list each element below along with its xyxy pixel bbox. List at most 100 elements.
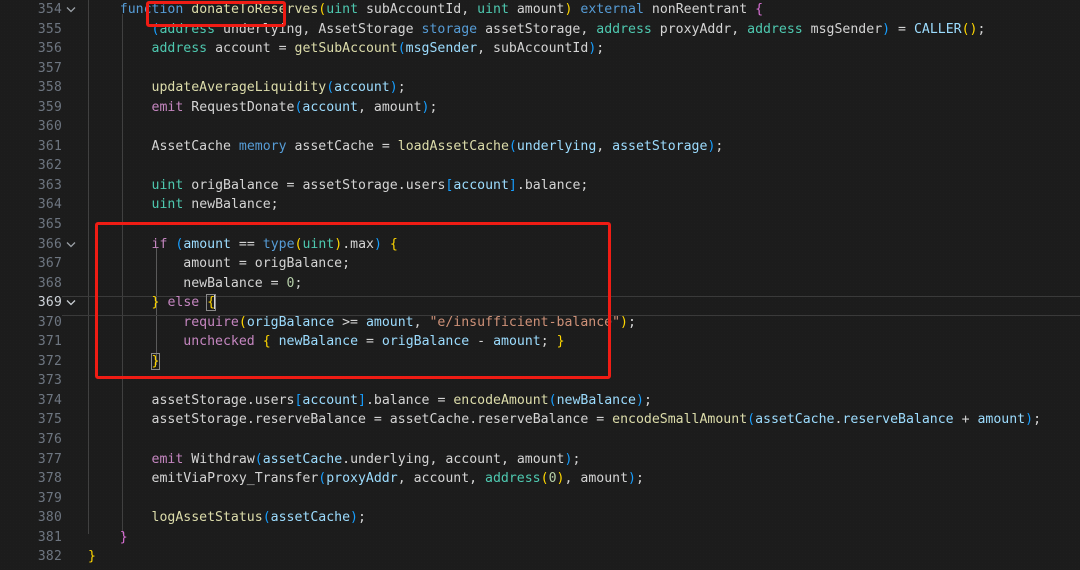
line-number: 368 bbox=[0, 274, 62, 294]
line-content: } bbox=[88, 528, 1080, 548]
token-var: assetStorage bbox=[152, 412, 247, 427]
code-line-360[interactable]: 360 bbox=[0, 117, 1080, 137]
code-line-368[interactable]: 368 newBalance = 0; bbox=[0, 274, 1080, 294]
token-var: underlying bbox=[223, 22, 302, 37]
token-function: require bbox=[183, 315, 239, 330]
line-number: 375 bbox=[0, 410, 62, 430]
token-function: updateAverageLiquidity bbox=[152, 80, 327, 95]
line-number: 358 bbox=[0, 78, 62, 98]
line-content: AssetCache memory assetCache = loadAsset… bbox=[88, 137, 1080, 157]
token-operator: == bbox=[239, 237, 255, 252]
code-line-365[interactable]: 365 bbox=[0, 215, 1080, 235]
token-class: AssetCache bbox=[152, 139, 231, 154]
code-line-363[interactable]: 363 uint origBalance = assetStorage.user… bbox=[0, 176, 1080, 196]
line-number: 357 bbox=[0, 59, 62, 79]
token-var: amount bbox=[374, 100, 422, 115]
token-keyword: external bbox=[580, 2, 644, 17]
code-line-359[interactable]: 359 emit RequestDonate(account, amount); bbox=[0, 98, 1080, 118]
code-line-373[interactable]: 373 bbox=[0, 371, 1080, 391]
code-line-370[interactable]: 370 require(origBalance >= amount, "e/in… bbox=[0, 313, 1080, 333]
line-number: 360 bbox=[0, 117, 62, 137]
token-operator: = bbox=[287, 178, 295, 193]
token-type: address bbox=[152, 41, 208, 56]
token-var: account bbox=[334, 80, 390, 95]
token-var: newBalance bbox=[279, 334, 358, 349]
line-content: emitViaProxy_Transfer(proxyAddr, account… bbox=[88, 469, 1080, 489]
code-line-374[interactable]: 374 assetStorage.users[account].balance … bbox=[0, 391, 1080, 411]
code-line-378[interactable]: 378 emitViaProxy_Transfer(proxyAddr, acc… bbox=[0, 469, 1080, 489]
token-property: balance bbox=[374, 393, 430, 408]
token-keyword: function bbox=[120, 2, 184, 17]
token-var: newBalance bbox=[183, 276, 262, 291]
token-operator: = bbox=[239, 256, 247, 271]
token-property: reserveBalance bbox=[842, 412, 953, 427]
token-var: account bbox=[445, 452, 501, 467]
code-line-380[interactable]: 380 logAssetStatus(assetCache); bbox=[0, 508, 1080, 528]
line-content: assetStorage.users[account].balance = en… bbox=[88, 391, 1080, 411]
token-var: assetStorage bbox=[612, 139, 707, 154]
token-var: underlying bbox=[517, 139, 596, 154]
token-operator: = bbox=[271, 276, 279, 291]
token-operator: >= bbox=[342, 315, 358, 330]
code-line-367[interactable]: 367 amount = origBalance; bbox=[0, 254, 1080, 274]
line-content: updateAverageLiquidity(account); bbox=[88, 78, 1080, 98]
token-event: Withdraw bbox=[191, 452, 255, 467]
line-content: uint newBalance; bbox=[88, 195, 1080, 215]
line-number: 376 bbox=[0, 430, 62, 450]
code-line-354[interactable]: 354 function donateToReserves(uint subAc… bbox=[0, 0, 1080, 20]
token-type: uint bbox=[326, 2, 358, 17]
line-number: 381 bbox=[0, 528, 62, 548]
code-line-364[interactable]: 364 uint newBalance; bbox=[0, 195, 1080, 215]
line-number: 354 bbox=[0, 0, 62, 20]
token-property: underlying bbox=[350, 452, 429, 467]
code-editor[interactable]: 354 function donateToReserves(uint subAc… bbox=[0, 0, 1080, 570]
token-function: loadAssetCache bbox=[398, 139, 509, 154]
code-line-371[interactable]: 371 unchecked { newBalance = origBalance… bbox=[0, 332, 1080, 352]
token-var: assetStorage bbox=[302, 178, 397, 193]
code-line-366[interactable]: 366 if (amount == type(uint).max) { bbox=[0, 235, 1080, 255]
line-content: function donateToReserves(uint subAccoun… bbox=[88, 0, 1080, 20]
token-modifier: nonReentrant bbox=[652, 2, 747, 17]
token-operator: = bbox=[382, 139, 390, 154]
token-keyword: else bbox=[167, 295, 199, 310]
code-line-377[interactable]: 377 emit Withdraw(assetCache.underlying,… bbox=[0, 450, 1080, 470]
chevron-down-icon[interactable] bbox=[66, 0, 80, 13]
token-var: account bbox=[302, 393, 358, 408]
token-var: proxyAddr bbox=[660, 22, 731, 37]
code-line-355[interactable]: 355 (address underlying, AssetStorage st… bbox=[0, 20, 1080, 40]
token-param: subAccountId bbox=[366, 2, 461, 17]
token-number: 0 bbox=[287, 276, 295, 291]
token-function: encodeSmallAmount bbox=[612, 412, 747, 427]
line-number: 365 bbox=[0, 215, 62, 235]
code-line-382[interactable]: 382 } bbox=[0, 547, 1080, 567]
chevron-down-icon[interactable] bbox=[66, 293, 80, 306]
code-line-356[interactable]: 356 address account = getSubAccount(msgS… bbox=[0, 39, 1080, 59]
code-line-369[interactable]: 369 } else { bbox=[0, 293, 1080, 313]
code-line-375[interactable]: 375 assetStorage.reserveBalance = assetC… bbox=[0, 410, 1080, 430]
line-number: 364 bbox=[0, 195, 62, 215]
token-var: origBalance bbox=[247, 315, 334, 330]
bracket-match: } bbox=[152, 354, 160, 369]
code-line-372[interactable]: 372 } bbox=[0, 352, 1080, 372]
token-keyword: type bbox=[263, 237, 295, 252]
token-var: assetStorage bbox=[485, 22, 580, 37]
code-lines[interactable]: 354 function donateToReserves(uint subAc… bbox=[0, 0, 1080, 567]
code-line-357[interactable]: 357 bbox=[0, 59, 1080, 79]
token-var: assetCache bbox=[755, 412, 834, 427]
token-keyword: emit bbox=[152, 452, 184, 467]
token-operator: + bbox=[962, 412, 970, 427]
code-line-358[interactable]: 358 updateAverageLiquidity(account); bbox=[0, 78, 1080, 98]
code-line-362[interactable]: 362 bbox=[0, 156, 1080, 176]
token-keyword: storage bbox=[422, 22, 478, 37]
code-line-379[interactable]: 379 bbox=[0, 489, 1080, 509]
token-operator: = bbox=[366, 334, 374, 349]
code-line-361[interactable]: 361 AssetCache memory assetCache = loadA… bbox=[0, 137, 1080, 157]
token-property: balance bbox=[525, 178, 581, 193]
token-number: 0 bbox=[549, 471, 557, 486]
code-line-381[interactable]: 381 } bbox=[0, 528, 1080, 548]
token-function: encodeAmount bbox=[453, 393, 548, 408]
line-content: address account = getSubAccount(msgSende… bbox=[88, 39, 1080, 59]
token-operator: = bbox=[596, 412, 604, 427]
chevron-down-icon[interactable] bbox=[66, 235, 80, 248]
code-line-376[interactable]: 376 bbox=[0, 430, 1080, 450]
